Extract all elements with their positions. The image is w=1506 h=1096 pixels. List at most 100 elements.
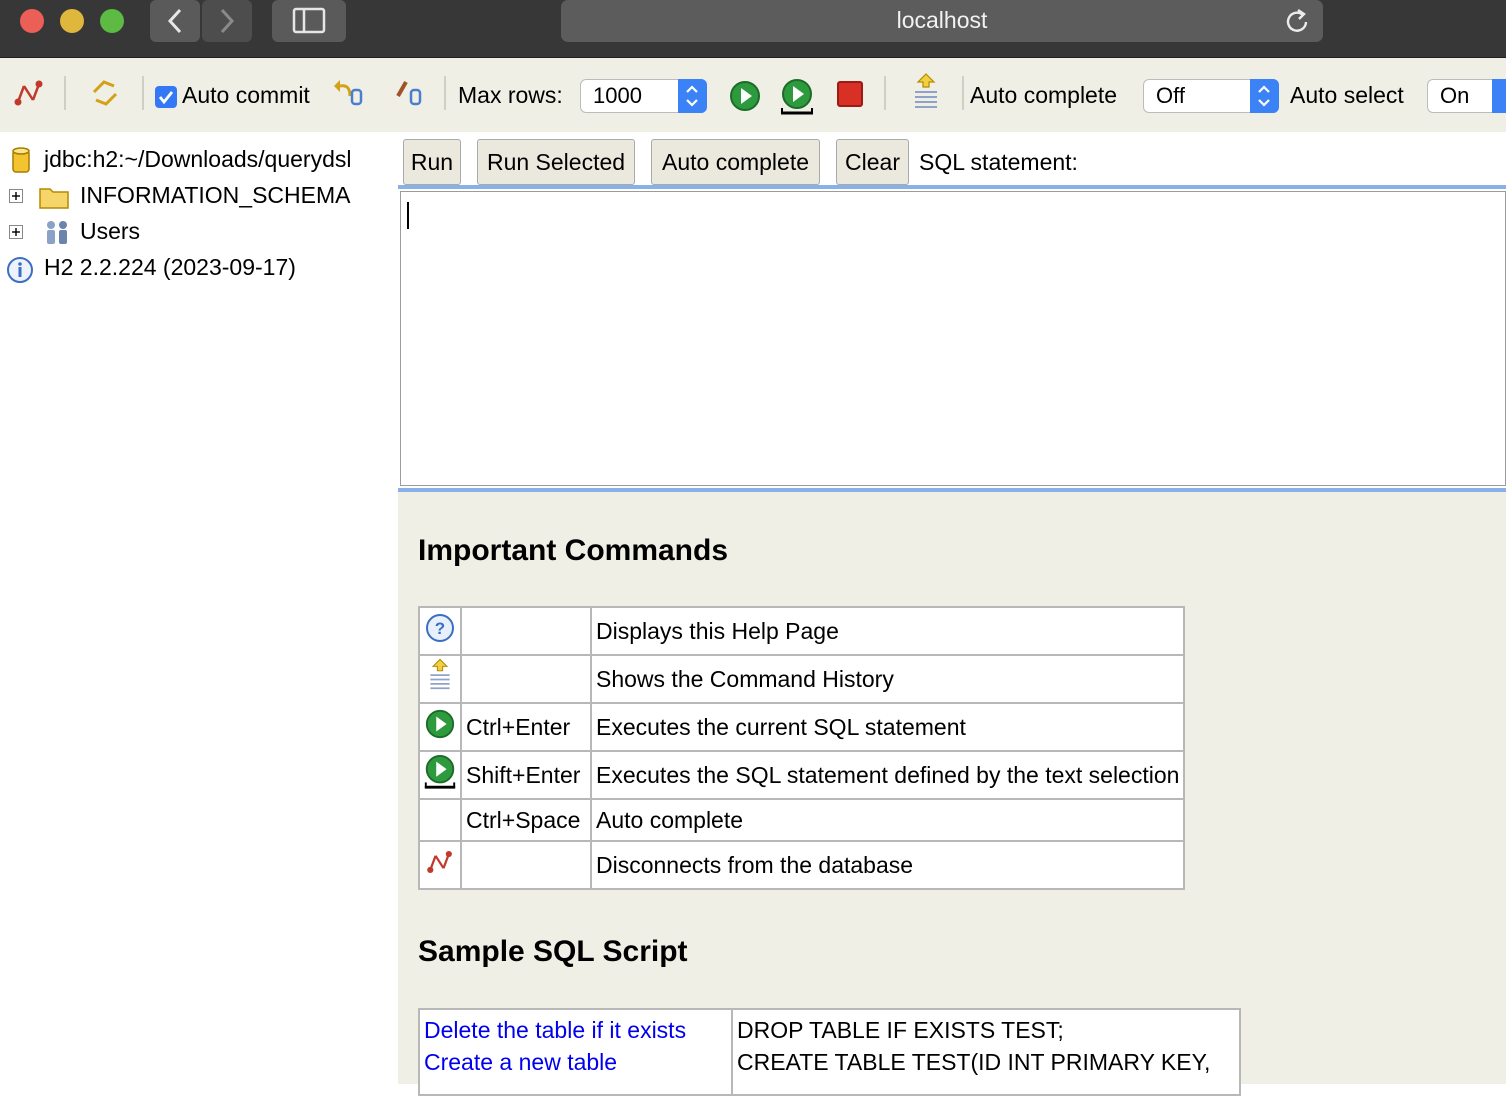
help-icon: ? bbox=[426, 614, 454, 642]
connection-url: jdbc:h2:~/Downloads/querydsl bbox=[44, 146, 352, 172]
shortcut-cell: Ctrl+Enter bbox=[460, 702, 592, 752]
auto-commit-label: Auto commit bbox=[182, 82, 310, 108]
run-selected-icon[interactable] bbox=[778, 77, 816, 117]
text-caret bbox=[407, 202, 409, 229]
toolbar-separator bbox=[64, 76, 66, 110]
table-row: ? Displays this Help Page bbox=[418, 606, 1186, 656]
disconnect-icon[interactable] bbox=[12, 76, 46, 110]
sample-sql-table: Delete the table if it exists Create a n… bbox=[418, 1008, 1241, 1096]
select-arrows-icon bbox=[1492, 79, 1506, 113]
sample-sql-cell: DROP TABLE IF EXISTS TEST; CREATE TABLE … bbox=[731, 1008, 1241, 1096]
shortcut-cell: Shift+Enter bbox=[460, 750, 592, 800]
zoom-window-button[interactable] bbox=[100, 9, 124, 33]
description-cell: Auto complete bbox=[589, 798, 1186, 842]
version-text: H2 2.2.224 (2023-09-17) bbox=[44, 254, 296, 280]
run-selected-icon bbox=[424, 754, 456, 789]
select-arrows-icon bbox=[1250, 79, 1279, 113]
table-row: Shift+Enter Executes the SQL statement d… bbox=[418, 750, 1186, 800]
shortcut-cell bbox=[460, 606, 592, 656]
query-button-row: Run Run Selected Auto complete Clear SQL… bbox=[398, 132, 1506, 189]
history-icon[interactable] bbox=[910, 72, 942, 114]
description-cell: Executes the SQL statement defined by th… bbox=[589, 750, 1186, 800]
browser-title-bar: localhost bbox=[0, 0, 1506, 58]
run-icon[interactable] bbox=[728, 79, 762, 113]
chevron-right-icon bbox=[220, 8, 235, 34]
info-icon bbox=[7, 257, 33, 283]
run-button[interactable]: Run bbox=[403, 139, 461, 185]
commands-table: ? Displays this Help Page Shows the Comm… bbox=[418, 606, 1186, 890]
table-cell: ? bbox=[418, 606, 462, 656]
table-cell bbox=[418, 654, 462, 704]
checkmark-icon bbox=[158, 91, 174, 105]
auto-complete-select[interactable]: Off bbox=[1143, 79, 1279, 113]
tree-item-label: Users bbox=[80, 218, 141, 244]
reload-icon[interactable] bbox=[1283, 4, 1311, 36]
refresh-icon[interactable] bbox=[88, 76, 122, 110]
toolbar-separator bbox=[444, 76, 446, 110]
shortcut-cell bbox=[460, 840, 592, 890]
commit-icon[interactable] bbox=[392, 76, 428, 110]
stop-icon[interactable] bbox=[836, 80, 864, 108]
sample-sql-line: DROP TABLE IF EXISTS TEST; bbox=[737, 1017, 1064, 1043]
run-icon bbox=[425, 709, 455, 739]
auto-commit-checkbox[interactable] bbox=[155, 86, 177, 108]
sample-sql-line: CREATE TABLE TEST(ID INT PRIMARY KEY, bbox=[737, 1049, 1211, 1075]
max-rows-label: Max rows: bbox=[458, 82, 563, 108]
select-arrows-icon bbox=[678, 79, 707, 113]
sample-link-delete-table[interactable]: Delete the table if it exists bbox=[424, 1014, 727, 1046]
sidebar-icon bbox=[292, 7, 326, 34]
clear-button[interactable]: Clear bbox=[836, 139, 909, 185]
important-commands-heading: Important Commands bbox=[418, 534, 729, 567]
forward-button[interactable] bbox=[202, 0, 252, 42]
shortcut-cell: Ctrl+Space bbox=[460, 798, 592, 842]
minimize-window-button[interactable] bbox=[60, 9, 84, 33]
users-icon bbox=[47, 221, 67, 244]
auto-complete-button[interactable]: Auto complete bbox=[651, 139, 820, 185]
description-cell: Shows the Command History bbox=[589, 654, 1186, 704]
svg-text:?: ? bbox=[435, 619, 445, 638]
max-rows-value: 1000 bbox=[593, 83, 642, 108]
table-row: Shows the Command History bbox=[418, 654, 1186, 704]
sql-statement-label: SQL statement: bbox=[919, 149, 1078, 175]
table-cell bbox=[418, 840, 462, 890]
sql-editor-frame bbox=[400, 191, 1506, 486]
table-row: Ctrl+Enter Executes the current SQL stat… bbox=[418, 702, 1186, 752]
description-cell: Executes the current SQL statement bbox=[589, 702, 1186, 752]
auto-complete-value: Off bbox=[1156, 83, 1185, 108]
expand-plus-icon[interactable] bbox=[9, 189, 23, 203]
chevron-left-icon bbox=[167, 8, 182, 34]
table-row: Delete the table if it exists Create a n… bbox=[418, 1008, 1241, 1096]
back-button[interactable] bbox=[150, 0, 200, 42]
table-row: Disconnects from the database bbox=[418, 840, 1186, 890]
expand-plus-icon[interactable] bbox=[9, 225, 23, 239]
shortcut-cell bbox=[460, 654, 592, 704]
h2-toolbar: Auto commit Max rows: 1000 Auto complete… bbox=[0, 58, 1506, 132]
rollback-icon[interactable] bbox=[330, 76, 366, 110]
sample-sql-heading: Sample SQL Script bbox=[418, 935, 688, 968]
address-bar[interactable]: localhost bbox=[561, 0, 1323, 42]
table-row: Ctrl+Space Auto complete bbox=[418, 798, 1186, 842]
sample-link-create-table[interactable]: Create a new table bbox=[424, 1046, 727, 1078]
auto-complete-label: Auto complete bbox=[970, 82, 1118, 108]
disconnect-icon bbox=[427, 850, 452, 874]
description-cell: Displays this Help Page bbox=[589, 606, 1186, 656]
database-icon bbox=[12, 147, 30, 173]
run-selected-button[interactable]: Run Selected bbox=[477, 139, 635, 185]
sample-links-cell: Delete the table if it exists Create a n… bbox=[418, 1008, 733, 1096]
query-panel: Run Run Selected Auto complete Clear SQL… bbox=[398, 132, 1506, 1096]
folder-icon bbox=[39, 188, 69, 209]
auto-select-value: On bbox=[1440, 83, 1470, 108]
schema-tree: jdbc:h2:~/Downloads/querydsl INFORMATION… bbox=[0, 132, 398, 1084]
sidebar-toggle-button[interactable] bbox=[272, 0, 346, 42]
toolbar-separator bbox=[142, 76, 144, 110]
history-icon bbox=[430, 658, 450, 690]
max-rows-select[interactable]: 1000 bbox=[580, 79, 707, 113]
table-cell bbox=[418, 702, 462, 752]
auto-select-select[interactable]: On bbox=[1427, 79, 1506, 113]
toolbar-separator bbox=[884, 76, 886, 110]
sql-editor[interactable] bbox=[398, 185, 1506, 492]
toolbar-separator bbox=[962, 76, 964, 110]
tree-item-label: INFORMATION_SCHEMA bbox=[80, 182, 351, 208]
description-cell: Disconnects from the database bbox=[589, 840, 1186, 890]
close-window-button[interactable] bbox=[20, 9, 44, 33]
